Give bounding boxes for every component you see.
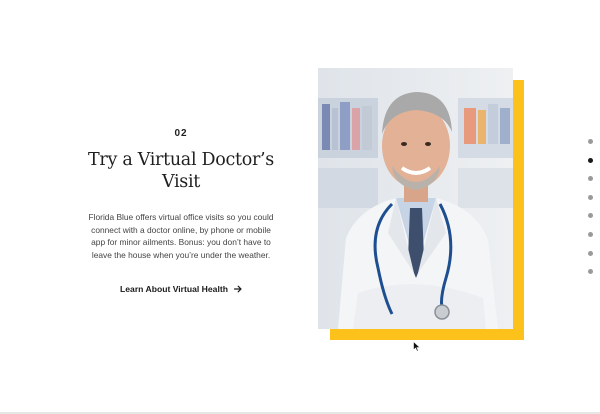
arrow-right-icon	[233, 285, 242, 293]
pagination-dot-3[interactable]	[587, 176, 593, 182]
feature-text-block: 02 Try a Virtual Doctor’s Visit Florida …	[88, 128, 274, 297]
section-body: Florida Blue offers virtual office visit…	[88, 212, 274, 260]
step-number: 02	[174, 128, 188, 139]
pagination-dot-2-active[interactable]	[587, 157, 593, 163]
pagination-dot-4[interactable]	[587, 194, 593, 200]
headline-line-1: Try a Virtual Doctor’s	[88, 150, 274, 170]
pagination-dot-6[interactable]	[587, 231, 593, 237]
learn-about-virtual-health-link[interactable]: Learn About Virtual Health	[120, 284, 242, 294]
pagination-dot-8[interactable]	[587, 269, 593, 275]
pagination-dot-5[interactable]	[587, 213, 593, 219]
cta-label: Learn About Virtual Health	[120, 284, 228, 295]
section-headline: Try a Virtual Doctor’s Visit	[88, 149, 274, 193]
headline-line-2: Visit	[161, 172, 201, 192]
doctor-photo	[318, 68, 513, 329]
pagination-dot-7[interactable]	[587, 250, 593, 256]
pagination-dot-1[interactable]	[587, 139, 593, 144]
mouse-pointer-icon	[413, 339, 421, 357]
slide-pagination	[586, 139, 594, 288]
